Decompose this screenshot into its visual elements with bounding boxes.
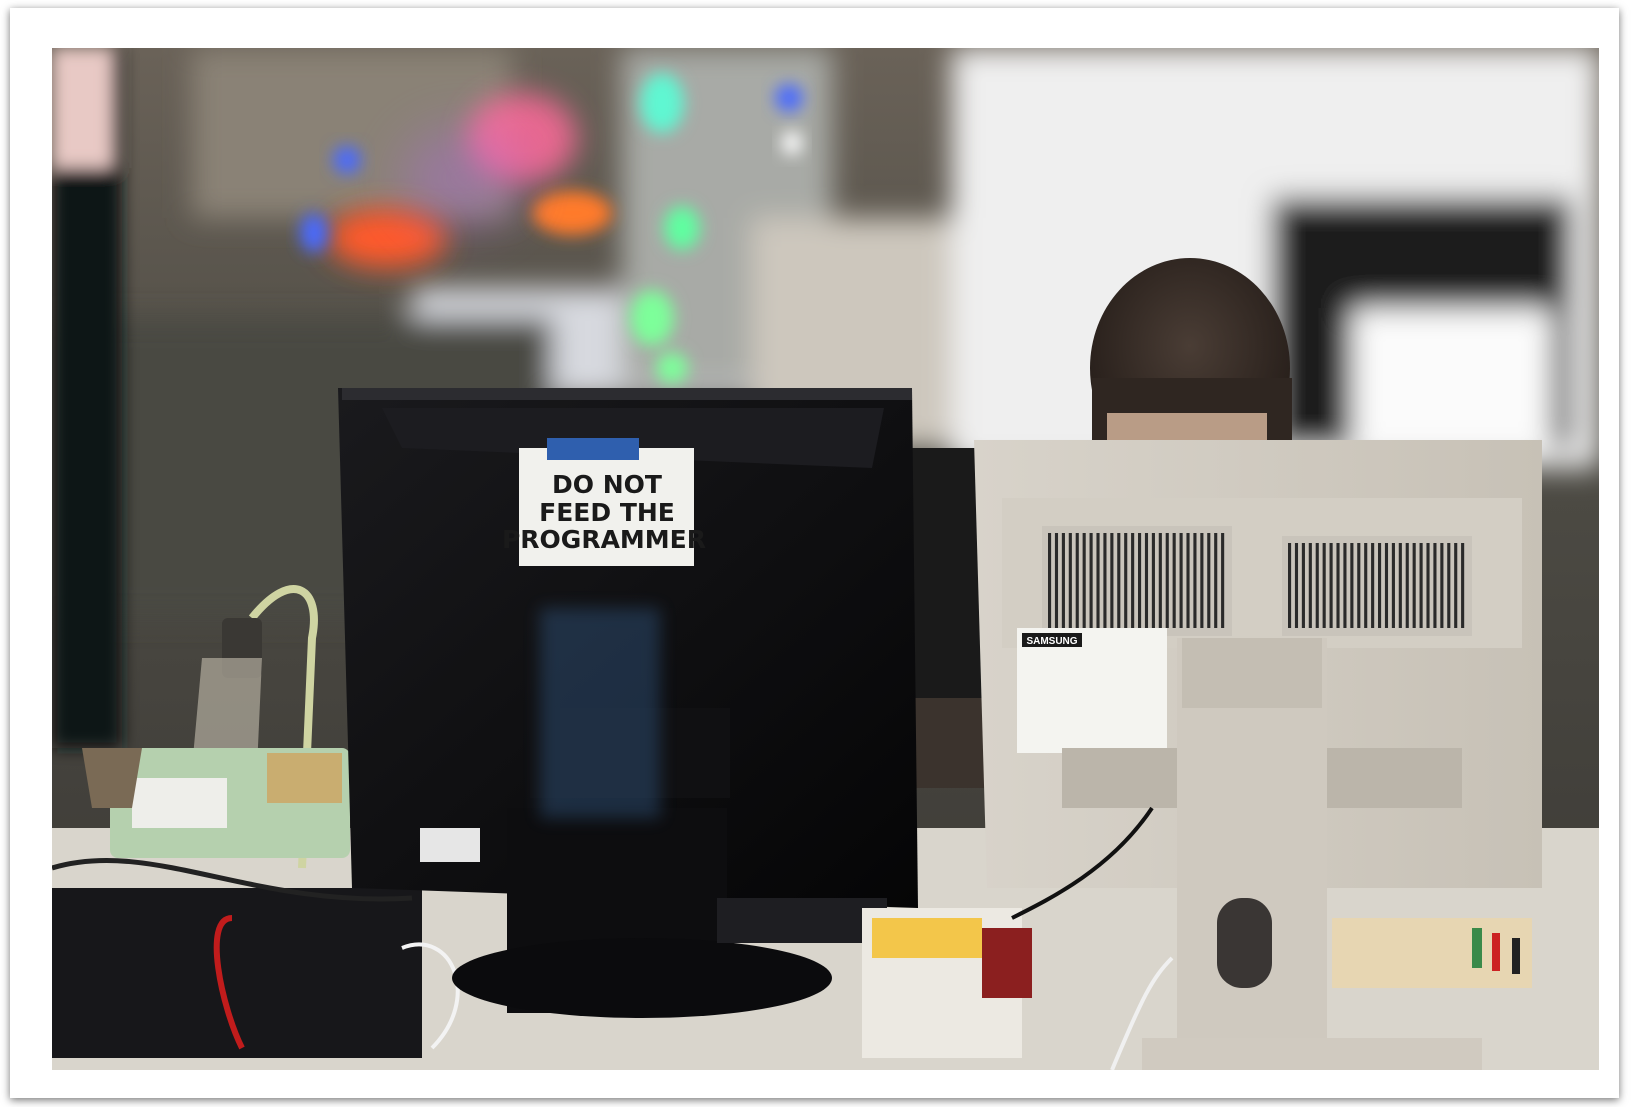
vent-slat — [1221, 533, 1225, 628]
vent-slat — [1054, 533, 1059, 628]
vent-slat — [1089, 533, 1093, 628]
vent-slat — [1207, 533, 1211, 628]
vent-slat — [1144, 533, 1149, 628]
vent-slat — [1110, 533, 1114, 628]
vent-slat — [1131, 533, 1135, 628]
background-person-left — [52, 48, 122, 748]
vent-slat — [1364, 543, 1368, 628]
sticky-note: DO NOT FEED THE PROGRAMMER — [502, 438, 706, 566]
vent-slat — [1200, 533, 1204, 628]
vent-slat — [1061, 533, 1065, 628]
breadboard — [1332, 918, 1532, 988]
vent-slat — [1426, 543, 1430, 628]
vent-slat — [1075, 533, 1079, 628]
samsung-logo-text: SAMSUNG — [1026, 636, 1077, 647]
vent-slat — [1378, 543, 1382, 628]
vent-slat — [1398, 543, 1402, 628]
vent-slat — [1138, 533, 1142, 628]
vent-slat — [1301, 543, 1305, 628]
vent-slat — [1412, 543, 1416, 628]
vent-slat — [1440, 543, 1444, 628]
sticky-note-line-3: PROGRAMMER — [502, 525, 706, 554]
vent-slat — [1371, 543, 1375, 628]
vent-slat — [1329, 543, 1333, 628]
vent-slat — [1124, 533, 1128, 628]
vent-slat — [1103, 533, 1107, 628]
vent-slat — [1179, 533, 1183, 628]
vent-slat — [1096, 533, 1100, 628]
vent-slat — [1288, 543, 1292, 628]
vent-slat — [1117, 533, 1121, 628]
sticky-note-line-1: DO NOT — [552, 470, 662, 499]
vent-slat — [1405, 543, 1409, 628]
vent-slat — [1165, 533, 1169, 628]
vent-slat — [1461, 543, 1465, 628]
vent-right — [1282, 536, 1472, 636]
photograph: DO NOT FEED THE PROGRAMMER SAMSUNG — [52, 48, 1599, 1070]
vent-slat — [1336, 543, 1340, 628]
vent-slat — [1433, 543, 1437, 628]
vent-slat — [1151, 533, 1155, 628]
vent-slat — [1158, 533, 1162, 628]
vent-slat — [1048, 533, 1052, 628]
vent-slat — [1082, 533, 1086, 628]
vent-slat — [1186, 533, 1190, 628]
vent-slat — [1193, 533, 1197, 628]
vent-slat — [1343, 543, 1347, 628]
vent-slat — [1068, 533, 1072, 628]
vent-slat — [1391, 543, 1395, 628]
vent-slat — [1172, 533, 1176, 628]
vent-slat — [1214, 533, 1218, 628]
vent-left — [1042, 526, 1232, 636]
sticky-note-line-2: FEED THE — [539, 498, 675, 527]
vent-slat — [1350, 543, 1354, 628]
photo-frame: DO NOT FEED THE PROGRAMMER SAMSUNG — [10, 8, 1619, 1098]
vent-slat — [1447, 543, 1451, 628]
vent-slat — [1322, 543, 1326, 628]
vent-slat — [1419, 543, 1423, 628]
blue-tape — [547, 438, 639, 460]
vent-slat — [1384, 543, 1389, 628]
vent-slat — [1454, 543, 1458, 628]
vent-slat — [1315, 543, 1319, 628]
vent-slat — [1357, 543, 1361, 628]
keyboard — [717, 898, 887, 943]
vent-slat — [1294, 543, 1299, 628]
vent-slat — [1308, 543, 1312, 628]
